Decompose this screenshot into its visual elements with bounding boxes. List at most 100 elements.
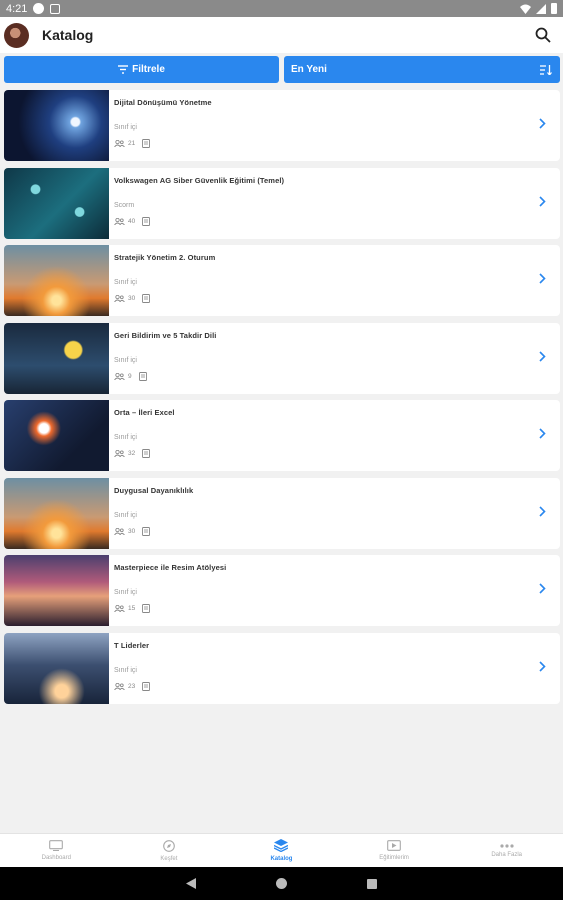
document-icon — [138, 371, 147, 381]
course-title: Stratejik Yönetim 2. Oturum — [114, 253, 216, 262]
status-time: 4:21 — [6, 2, 28, 15]
course-meta: 15 — [114, 604, 560, 613]
nav-item-layers[interactable]: Katalog — [225, 834, 338, 867]
course-card[interactable]: Stratejik Yönetim 2. Oturum Sınıf içi 30 — [4, 245, 560, 316]
course-title: Orta – İleri Excel — [114, 408, 175, 417]
course-card[interactable]: Masterpiece ile Resim Atölyesi Sınıf içi 1… — [4, 555, 560, 626]
course-thumbnail — [4, 245, 109, 316]
course-type: Sınıf içi — [114, 511, 137, 519]
filter-icon — [118, 65, 129, 74]
participants-icon — [114, 605, 125, 612]
search-icon — [535, 27, 551, 43]
course-type: Sınıf içi — [114, 589, 137, 596]
document-icon — [142, 216, 151, 226]
course-title: Duygusal Dayanıklılık — [114, 485, 194, 495]
course-card[interactable]: Orta – İleri Excel Sınıf içi 32 — [4, 400, 560, 471]
battery-icon — [551, 3, 557, 14]
filter-button[interactable]: Filtrele — [4, 56, 279, 83]
course-meta: 40 — [114, 216, 560, 226]
nav-item-more[interactable]: Daha Fazla — [450, 834, 563, 867]
course-type: Sınıf içi — [114, 124, 137, 131]
course-type: Sınıf içi — [114, 279, 137, 286]
nav-item-dashboard[interactable]: Dashboard — [0, 834, 113, 867]
notification-icon — [33, 3, 45, 14]
sort-label: En Yeni — [291, 64, 327, 75]
chevron-right-icon — [539, 273, 546, 284]
course-thumbnail — [4, 322, 109, 394]
course-meta: 30 — [114, 294, 560, 303]
system-nav-bar — [0, 867, 563, 900]
participants-icon — [114, 372, 125, 380]
document-icon — [142, 139, 151, 148]
home-icon[interactable] — [276, 878, 287, 889]
nav-label: Keşfet — [160, 855, 178, 862]
nav-label: Daha Fazla — [491, 851, 523, 858]
page-title: Katalog — [42, 27, 94, 43]
course-info: Dijital Dönüşümü Yönetme Sınıf içi 21 — [109, 90, 560, 161]
compass-icon — [163, 839, 175, 854]
course-title: T Liderler — [114, 640, 150, 650]
chevron-right-icon — [539, 583, 546, 594]
participants-icon — [114, 682, 125, 690]
course-info: Stratejik Yönetim 2. Oturum Sınıf içi 30 — [109, 245, 560, 316]
course-type: Sınıf içi — [114, 356, 137, 364]
chevron-right-icon — [539, 118, 546, 129]
course-meta: 32 — [114, 449, 560, 458]
course-thumbnail — [4, 477, 109, 549]
search-button[interactable] — [531, 23, 555, 47]
chevron-right-icon — [539, 505, 546, 517]
course-thumbnail — [4, 167, 109, 239]
course-card[interactable]: Volkswagen AG Siber Güvenlik Eğitimi (Te… — [4, 167, 560, 239]
participant-count: 9 — [128, 372, 132, 380]
dashboard-icon — [49, 840, 64, 853]
course-title: Geri Bildirim ve 5 Takdir Dili — [114, 330, 217, 340]
course-type: Sınıf içi — [114, 434, 137, 441]
course-title: Volkswagen AG Siber Güvenlik Eğitimi (Te… — [114, 175, 285, 185]
nav-item-trainings[interactable]: Eğitimlerim — [338, 834, 451, 867]
participants-icon — [114, 217, 125, 225]
avatar[interactable] — [4, 22, 29, 48]
notification-icon — [50, 3, 61, 14]
course-thumbnail — [4, 632, 109, 704]
participant-count: 21 — [128, 140, 136, 147]
participants-icon — [114, 140, 125, 147]
app-bar: Katalog — [0, 17, 563, 53]
participant-count: 40 — [128, 217, 136, 225]
course-thumbnail — [4, 90, 109, 161]
document-icon — [142, 449, 151, 458]
chevron-right-icon — [539, 350, 546, 362]
course-title: Masterpiece ile Resim Atölyesi — [114, 563, 227, 572]
catalog-toolbar: Filtrele En Yeni — [4, 56, 560, 83]
chevron-right-icon — [539, 428, 546, 439]
course-card[interactable]: Geri Bildirim ve 5 Takdir Dili Sınıf içi 9 — [4, 322, 560, 394]
document-icon — [142, 294, 151, 303]
sort-icon — [540, 64, 552, 75]
participant-count: 30 — [128, 527, 136, 535]
course-card[interactable]: T Liderler Sınıf içi 23 — [4, 632, 560, 704]
nav-item-compass[interactable]: Keşfet — [113, 834, 226, 867]
course-info: T Liderler Sınıf içi 23 — [109, 633, 560, 704]
signal-icon — [536, 3, 546, 14]
course-card[interactable]: Dijital Dönüşümü Yönetme Sınıf içi 21 — [4, 90, 560, 161]
nav-label: Dashboard — [41, 855, 71, 861]
course-meta: 9 — [114, 371, 560, 381]
recents-icon[interactable] — [367, 878, 377, 889]
course-thumbnail — [4, 555, 109, 626]
more-icon — [500, 843, 514, 850]
participant-count: 15 — [128, 605, 136, 612]
course-card[interactable]: Duygusal Dayanıklılık Sınıf içi 30 — [4, 477, 560, 549]
document-icon — [142, 526, 151, 536]
participant-count: 32 — [128, 450, 136, 457]
back-icon[interactable] — [186, 878, 196, 889]
participants-icon — [114, 450, 125, 457]
participants-icon — [114, 295, 125, 302]
course-meta: 21 — [114, 139, 560, 148]
course-type: Scorm — [114, 201, 135, 209]
course-type: Sınıf içi — [114, 666, 137, 674]
course-thumbnail — [4, 400, 109, 471]
trainings-icon — [387, 840, 401, 853]
course-list: Dijital Dönüşümü Yönetme Sınıf içi 21 Volks… — [4, 90, 560, 710]
participants-icon — [114, 527, 125, 535]
sort-button[interactable]: En Yeni — [284, 56, 560, 83]
course-info: Masterpiece ile Resim Atölyesi Sınıf içi 1… — [109, 555, 560, 626]
